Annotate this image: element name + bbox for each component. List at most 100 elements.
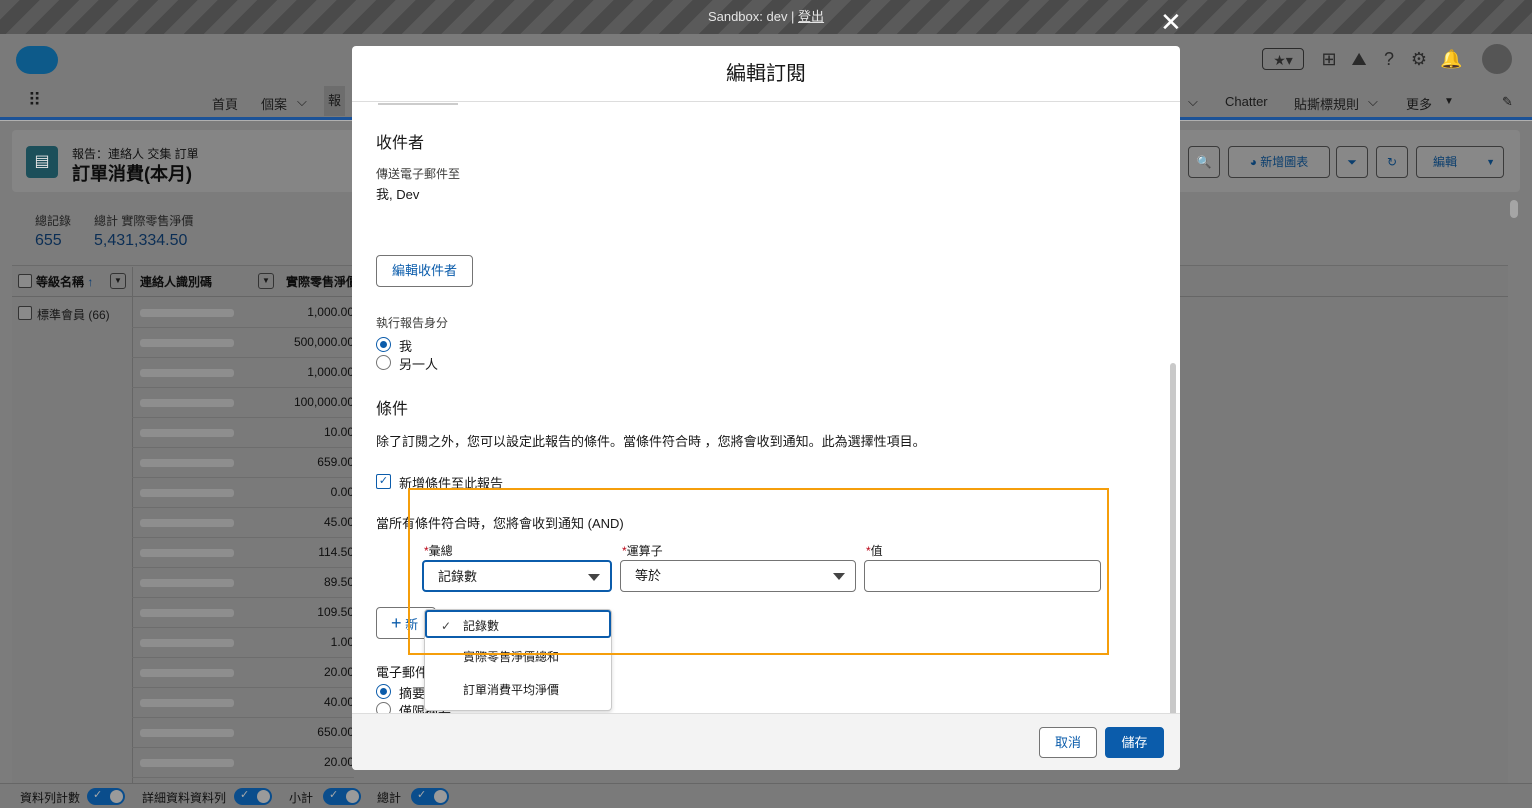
report-icon: ▤ — [26, 146, 58, 178]
nav-item-sticker-rules[interactable]: 貼撕標規則 — [1294, 94, 1359, 113]
run-as-label: 執行報告身分 — [376, 316, 449, 330]
run-as-me-label: 我 — [399, 339, 413, 354]
page-scrollbar[interactable] — [1510, 200, 1518, 218]
net-price-cell: 650.00 — [317, 725, 354, 739]
favorites-icon[interactable]: ★▾ — [1262, 48, 1304, 70]
net-price-cell: 45.00 — [323, 515, 354, 529]
group-label: 標準會員 (66) — [37, 308, 110, 322]
redacted-contact-id — [140, 639, 234, 647]
select-all-checkbox[interactable] — [18, 274, 32, 288]
redacted-contact-id — [140, 669, 234, 677]
conditions-description: 除了訂閱之外，您可以設定此報告的條件。當條件符合時 ，您將會收到通知。此為選擇性… — [376, 434, 926, 449]
close-icon[interactable]: ✕ — [1160, 9, 1182, 35]
new-chart-button[interactable]: ◕ 新增圖表 — [1228, 146, 1330, 178]
redacted-contact-id — [140, 759, 234, 767]
edit-button[interactable]: 編輯 ▼ — [1416, 146, 1504, 178]
net-price-cell: 100,000.00 — [293, 395, 354, 409]
highlight-frame — [408, 488, 1109, 655]
modal-scrollbar[interactable] — [1170, 363, 1176, 713]
modal-title: 編輯訂閱 — [352, 46, 1180, 102]
table-row: 500,000.00 — [132, 328, 354, 358]
redacted-contact-id — [140, 519, 234, 527]
table-row: 45.00 — [132, 508, 354, 538]
net-price-cell: 40.00 — [323, 695, 354, 709]
row-count-toggle[interactable] — [87, 788, 125, 805]
report-footer: 資料列計數 詳細資料資料列 小計 總計 — [0, 783, 1532, 808]
chevron-down-icon[interactable]: ⌵ — [1188, 94, 1198, 110]
net-price-cell: 1.00 — [330, 635, 354, 649]
column-menu-icon[interactable]: ▼ — [258, 273, 274, 289]
net-price-cell: 114.50 — [318, 545, 354, 559]
run-as-other-label: 另一人 — [399, 357, 439, 372]
plus-icon: + — [391, 613, 402, 633]
run-as-me-radio[interactable] — [376, 337, 391, 352]
net-price-cell: 109.50 — [317, 605, 354, 619]
table-row: 0.00 — [132, 478, 354, 508]
column-header-level[interactable]: 等級名稱 ↑ — [36, 267, 93, 297]
refresh-icon[interactable]: ↻ — [1376, 146, 1408, 178]
redacted-contact-id — [140, 729, 234, 737]
caret-down-icon[interactable]: ▼ — [1444, 96, 1454, 107]
avatar[interactable] — [1482, 44, 1512, 74]
column-header-contact-id[interactable]: 連絡人識別碼 — [140, 267, 212, 297]
sort-up-icon[interactable]: ↑ — [87, 275, 93, 289]
gear-icon[interactable]: ⚙ — [1408, 48, 1430, 70]
send-to-value: 我, Dev — [376, 187, 420, 202]
redacted-contact-id — [140, 399, 234, 407]
group-checkbox[interactable] — [18, 306, 32, 320]
detail-rows-label: 詳細資料資料列 — [142, 791, 227, 805]
table-row: 114.50 — [132, 538, 354, 568]
bell-icon[interactable]: 🔔 — [1440, 48, 1462, 70]
table-row: 1,000.00 — [132, 358, 354, 388]
nav-item-reports[interactable]: 報 — [324, 86, 346, 116]
conditions-heading: 條件 — [376, 401, 409, 418]
redacted-contact-id — [140, 609, 234, 617]
column-header-net-price[interactable]: 實際零售淨價 — [286, 267, 352, 297]
detail-rows-toggle[interactable] — [234, 788, 272, 805]
filter-icon[interactable]: ⏷ — [1336, 146, 1368, 178]
nav-item-more[interactable]: 更多 — [1406, 94, 1432, 113]
help-icon[interactable]: ? — [1378, 48, 1400, 70]
total-label: 總計 — [377, 791, 402, 805]
salesforce-logo[interactable] — [16, 46, 58, 74]
edit-label: 編輯 — [1433, 155, 1458, 169]
table-row: 89.50 — [132, 568, 354, 598]
search-icon[interactable]: 🔍 — [1188, 146, 1220, 178]
chevron-down-icon[interactable]: ⌵ — [1368, 94, 1378, 110]
save-button[interactable]: 儲存 — [1105, 727, 1164, 758]
summary-only-radio[interactable] — [376, 702, 391, 713]
net-price-cell: 1,000.00 — [307, 365, 354, 379]
cancel-button[interactable]: 取消 — [1039, 727, 1097, 758]
table-row: 659.00 — [132, 448, 354, 478]
net-price-cell: 20.00 — [323, 755, 354, 769]
modal-footer: 取消 儲存 — [352, 713, 1180, 770]
report-title: 訂單消費(本月) — [72, 164, 192, 184]
dropdown-option-avg[interactable]: 訂單消費平均淨價 — [425, 676, 611, 704]
run-as-other-radio[interactable] — [376, 355, 391, 370]
logout-link[interactable]: 登出 — [798, 9, 824, 24]
add-condition-checkbox[interactable]: ✓ — [376, 474, 391, 489]
edit-subscription-modal: 編輯訂閱 收件者 傳送電子郵件至 我, Dev 編輯收件者 執行報告身分 我 另… — [352, 46, 1180, 770]
sandbox-text: Sandbox: dev | — [707, 9, 799, 24]
global-add-icon[interactable]: ⊞ — [1318, 48, 1340, 70]
table-row: 10.00 — [132, 418, 354, 448]
summary-label: 摘要 — [399, 686, 426, 701]
trailhead-icon[interactable]: ⛰ — [1348, 48, 1370, 70]
nav-item-cases[interactable]: 個案 — [261, 94, 287, 113]
caret-down-icon[interactable]: ▼ — [1486, 147, 1495, 177]
sandbox-banner: Sandbox: dev | 登出 — [0, 0, 1532, 34]
email-format-label: 電子郵件 — [376, 665, 429, 680]
nav-item-chatter[interactable]: Chatter — [1225, 94, 1268, 109]
pencil-icon[interactable]: ✎ — [1502, 94, 1513, 110]
row-count-label: 資料列計數 — [20, 791, 81, 805]
nav-item-home[interactable]: 首頁 — [212, 94, 238, 113]
summary-radio[interactable] — [376, 684, 391, 699]
total-toggle[interactable] — [411, 788, 449, 805]
chevron-down-icon[interactable]: ⌵ — [297, 94, 307, 110]
subtotal-toggle[interactable] — [323, 788, 361, 805]
column-menu-icon[interactable]: ▼ — [110, 273, 126, 289]
app-launcher-icon[interactable]: ⠿ — [28, 90, 41, 111]
edit-recipients-button[interactable]: 編輯收件者 — [376, 255, 473, 287]
recipients-heading: 收件者 — [376, 135, 425, 152]
table-row: 20.00 — [132, 748, 354, 778]
